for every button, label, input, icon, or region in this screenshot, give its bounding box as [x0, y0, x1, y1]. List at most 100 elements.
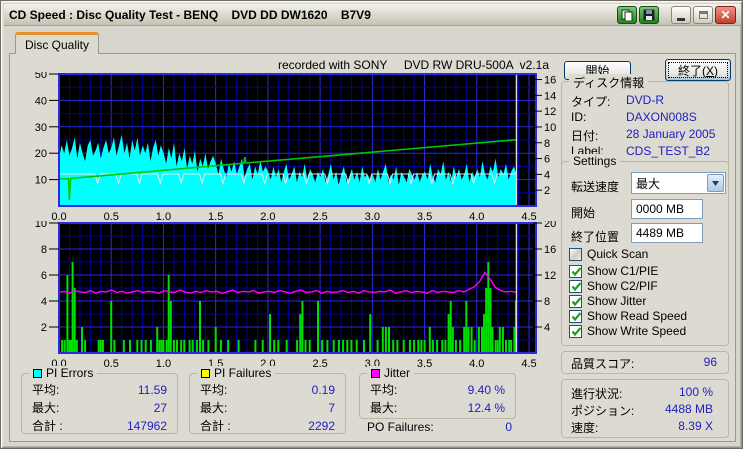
title-bar[interactable]: CD Speed : Disc Quality Test - BENQ DVD …	[4, 4, 741, 26]
checkbox-box[interactable]	[569, 324, 582, 338]
minimize-button[interactable]	[671, 5, 691, 24]
close-button[interactable]: ✕	[715, 5, 736, 24]
checkbox-show-c2-pif[interactable]: Show C2/PIF	[569, 279, 658, 293]
svg-text:8: 8	[544, 138, 550, 150]
disc-info-value: CDS_TEST_B2	[626, 144, 711, 158]
end-pos-value: 4489 MB	[636, 226, 685, 240]
stat-box-title: Jitter	[367, 366, 415, 380]
window-title: CD Speed : Disc Quality Test - BENQ DVD …	[9, 7, 371, 22]
svg-text:10: 10	[35, 175, 47, 187]
stat-row: 合計 :2292	[200, 419, 335, 433]
svg-text:4.5: 4.5	[521, 358, 536, 370]
checkbox-box[interactable]	[569, 247, 582, 261]
svg-text:4.0: 4.0	[469, 358, 484, 370]
checkbox-quick-scan[interactable]: Quick Scan	[569, 247, 648, 261]
svg-text:3.5: 3.5	[417, 358, 432, 370]
svg-text:0.5: 0.5	[104, 358, 119, 370]
disc-info-title: ディスク情報	[569, 74, 649, 91]
svg-text:30: 30	[35, 122, 47, 134]
po-failures-row: PO Failures: 0	[367, 420, 512, 434]
stat-box-title: PI Failures	[197, 366, 276, 380]
svg-text:10: 10	[35, 221, 47, 230]
start-pos-input[interactable]: 0000 MB	[631, 199, 703, 219]
svg-text:8: 8	[544, 296, 550, 308]
svg-text:12: 12	[544, 106, 556, 118]
svg-text:20: 20	[544, 221, 556, 230]
progress-value: 8.39 X	[678, 419, 713, 433]
progress-label: 速度:	[571, 421, 599, 435]
exit-button-label: 終了(X)	[677, 63, 718, 78]
maximize-icon	[698, 10, 708, 19]
exit-button[interactable]: 終了(X)	[665, 59, 731, 81]
end-pos-input[interactable]: 4489 MB	[631, 223, 703, 243]
svg-text:10: 10	[544, 122, 556, 134]
disc-info-label: 日付:	[571, 129, 599, 143]
checkbox-box[interactable]	[569, 309, 582, 323]
checkbox-show-read-speed[interactable]: Show Read Speed	[569, 309, 687, 323]
stat-row: 平均: 0.19	[200, 383, 335, 397]
svg-text:40: 40	[35, 95, 47, 107]
disc-info-label: ID:	[571, 110, 587, 124]
svg-text:2: 2	[41, 322, 47, 334]
stat-box-pi-errors: PI Errors 平均: 11.59 最大: 27 合計 :147962	[21, 366, 178, 434]
svg-text:1.0: 1.0	[156, 358, 171, 370]
copy-button[interactable]	[617, 5, 637, 24]
settings-title: Settings	[569, 154, 621, 168]
disc-info-label: タイプ:	[571, 95, 611, 109]
disc-info-value: 28 January 2005	[626, 127, 716, 141]
svg-text:4: 4	[544, 322, 550, 334]
disc-info-value: DVD-R	[626, 93, 664, 107]
score-label: 品質スコア:	[571, 357, 635, 371]
recorder-info-text: recorded with SONY DVD RW DRU-500A v2.1a	[278, 58, 549, 72]
close-icon: ✕	[720, 7, 731, 22]
pi-errors-legend-swatch	[33, 368, 42, 378]
svg-text:6: 6	[544, 154, 550, 166]
app-window: CD Speed : Disc Quality Test - BENQ DVD …	[0, 0, 743, 449]
stat-row: 合計 :147962	[32, 419, 167, 433]
checkbox-label: Show Write Speed	[587, 324, 687, 338]
checkbox-show-jitter[interactable]: Show Jitter	[569, 294, 646, 308]
checkbox-label: Quick Scan	[587, 247, 649, 261]
speed-label: 転送速度	[571, 180, 620, 194]
po-failures-value: 0	[505, 420, 512, 434]
po-failures-label: PO Failures:	[367, 420, 434, 434]
pi-failures-legend-swatch	[201, 368, 210, 378]
speed-combobox[interactable]: 最大	[631, 172, 726, 194]
checkbox-box[interactable]	[569, 279, 582, 293]
checkbox-box[interactable]	[569, 264, 582, 278]
progress-label: 進行状況:	[571, 387, 623, 401]
stat-row: 平均: 9.40 %	[370, 383, 505, 397]
tab-label: Disc Quality	[24, 37, 89, 52]
svg-text:50: 50	[35, 72, 47, 81]
score-value: 96	[703, 355, 717, 369]
checkbox-show-write-speed[interactable]: Show Write Speed	[569, 324, 686, 338]
maximize-button[interactable]	[693, 5, 713, 24]
progress-value: 4488 MB	[664, 402, 713, 416]
svg-text:16: 16	[544, 244, 556, 256]
svg-text:6: 6	[41, 270, 47, 282]
progress-value: 100 %	[678, 385, 713, 399]
checkbox-label: Show Read Speed	[587, 309, 688, 323]
stat-row: 最大: 27	[32, 401, 167, 415]
stat-box-title: PI Errors	[29, 366, 98, 380]
end-pos-label: 終了位置	[571, 230, 620, 244]
minimize-icon	[677, 17, 685, 21]
stat-box-pi-failures: PI Failures 平均: 0.19 最大: 7 合計 :2292	[189, 366, 346, 434]
stat-box-jitter: Jitter 平均: 9.40 % 最大: 12.4 %	[359, 366, 516, 419]
checkbox-box[interactable]	[569, 294, 582, 308]
svg-text:4: 4	[544, 169, 550, 181]
svg-text:14: 14	[544, 90, 556, 102]
pi-errors-chart: 10203040502468101214160.0 0.5 1.0 1.5 2.0 2.5…	[35, 72, 557, 222]
pi-failures-chart: 246810481216200.0 0.5 1.0 1.5 2.0 2.5 3.0 3.5 4.…	[35, 221, 557, 370]
tab-disc-quality[interactable]: Disc Quality	[15, 32, 99, 54]
svg-text:4: 4	[41, 296, 47, 308]
svg-text:2: 2	[544, 185, 550, 197]
stat-row: 最大: 12.4 %	[370, 401, 505, 415]
copy-icon	[621, 9, 633, 21]
svg-text:12: 12	[544, 270, 556, 282]
save-button[interactable]	[639, 5, 659, 24]
checkbox-show-c1-pie[interactable]: Show C1/PIE	[569, 264, 658, 278]
checkbox-label: Show Jitter	[587, 294, 647, 308]
chevron-down-icon[interactable]	[707, 174, 724, 192]
svg-text:20: 20	[35, 148, 47, 160]
